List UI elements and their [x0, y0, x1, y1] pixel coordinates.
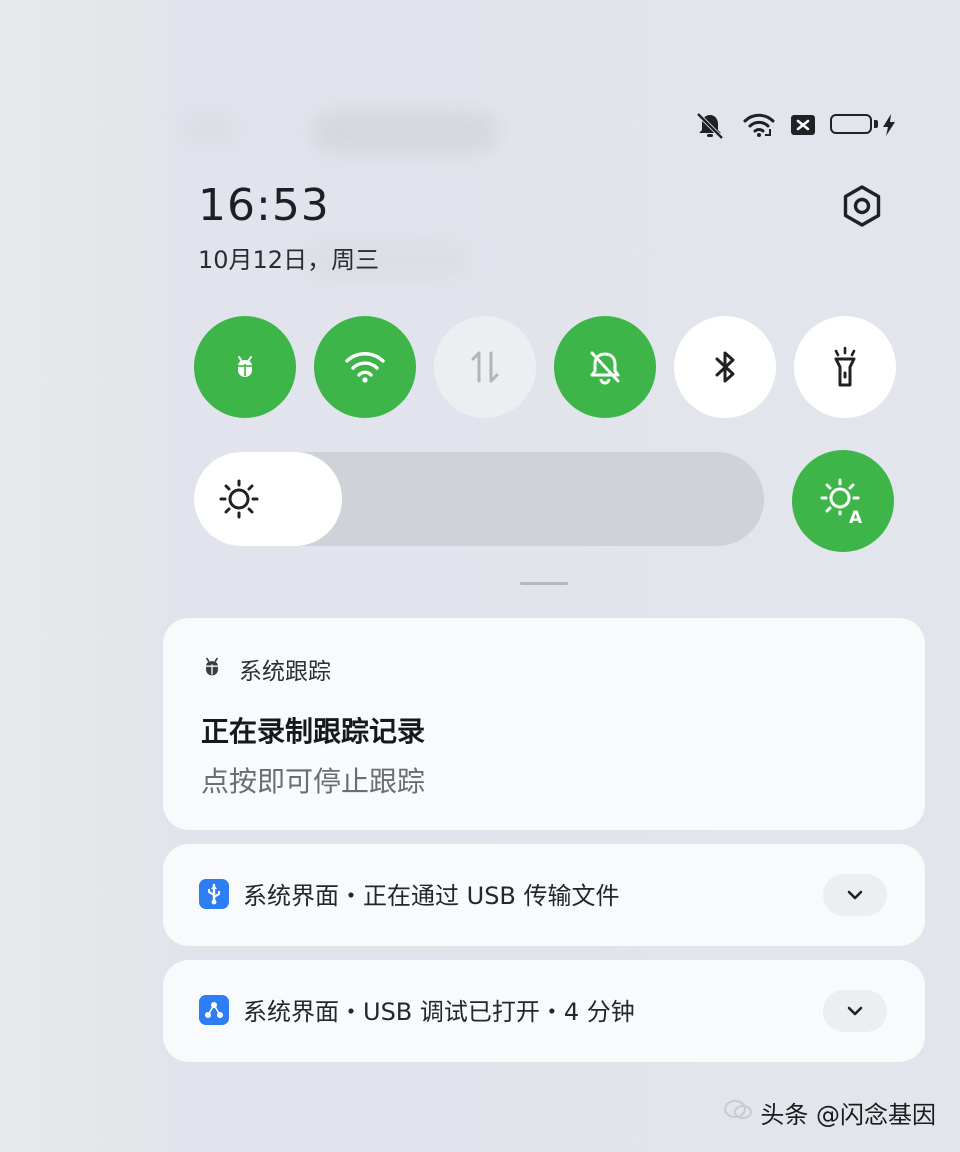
- expand-button[interactable]: [823, 990, 887, 1032]
- blurred-carrier-text: [310, 110, 500, 154]
- notification-body: 点按即可停止跟踪: [201, 765, 426, 798]
- chevron-down-icon: [847, 890, 863, 900]
- chevron-down-icon: [847, 1006, 863, 1016]
- notification-label: 系统界面・USB 调试已打开・4 分钟: [243, 998, 635, 1026]
- sun-icon: [218, 478, 260, 524]
- quick-toggles: [194, 316, 896, 418]
- notification-title: 正在录制跟踪记录: [201, 715, 426, 748]
- notification-label: 系统界面・正在通过 USB 传输文件: [243, 882, 620, 910]
- notification-header: 系统跟踪: [201, 652, 331, 686]
- notification-system-trace[interactable]: 系统跟踪 正在录制跟踪记录 点按即可停止跟踪: [163, 618, 925, 830]
- clock-date[interactable]: 10月12日，周三: [198, 240, 379, 275]
- auto-brightness-icon: A: [820, 478, 863, 525]
- bug-icon: [201, 656, 223, 682]
- toggle-mobile-data[interactable]: [434, 316, 536, 418]
- battery-icon: [830, 114, 878, 136]
- auto-brightness-button[interactable]: A: [792, 450, 894, 552]
- bluetooth-icon: [715, 351, 735, 383]
- brightness-slider[interactable]: [194, 452, 764, 546]
- notification-usb-debug[interactable]: 系统界面・USB 调试已打开・4 分钟: [163, 960, 925, 1062]
- bell-off-icon: [692, 110, 728, 140]
- drag-handle[interactable]: [520, 582, 568, 585]
- notification-app-name: 系统跟踪: [239, 659, 331, 685]
- toggle-wifi[interactable]: [314, 316, 416, 418]
- toggle-system-trace[interactable]: [194, 316, 296, 418]
- gear-icon: [843, 185, 881, 227]
- mobile-data-icon: [471, 351, 499, 383]
- expand-button[interactable]: [823, 874, 887, 916]
- bug-icon: [238, 356, 252, 377]
- svg-text:A: A: [849, 508, 863, 525]
- notification-header: 系统界面・正在通过 USB 传输文件: [199, 876, 620, 911]
- bell-off-icon: [590, 351, 620, 385]
- toggle-do-not-disturb[interactable]: [554, 316, 656, 418]
- toggle-bluetooth[interactable]: [674, 316, 776, 418]
- toggle-flashlight[interactable]: [794, 316, 896, 418]
- status-bar: [692, 110, 896, 140]
- brightness-level: [194, 452, 343, 546]
- notification-header: 系统界面・USB 调试已打开・4 分钟: [199, 992, 635, 1027]
- usb-icon: [199, 878, 229, 909]
- settings-button[interactable]: [836, 180, 888, 232]
- chat-bubble-icon: [724, 1099, 753, 1127]
- notification-usb-transfer[interactable]: 系统界面・正在通过 USB 传输文件: [163, 844, 925, 946]
- charging-icon: [882, 113, 896, 137]
- watermark-text: 头条 @闪念基因: [760, 1101, 936, 1129]
- wifi-icon: [742, 111, 776, 139]
- blurred-status-text: [180, 112, 240, 146]
- usb-debug-icon: [199, 994, 229, 1025]
- clock-time[interactable]: 16:53: [198, 180, 330, 231]
- watermark: 头条 @闪念基因: [724, 1095, 936, 1130]
- no-sim-icon: [790, 113, 816, 137]
- wifi-icon: [345, 352, 385, 383]
- flashlight-icon: [834, 346, 856, 387]
